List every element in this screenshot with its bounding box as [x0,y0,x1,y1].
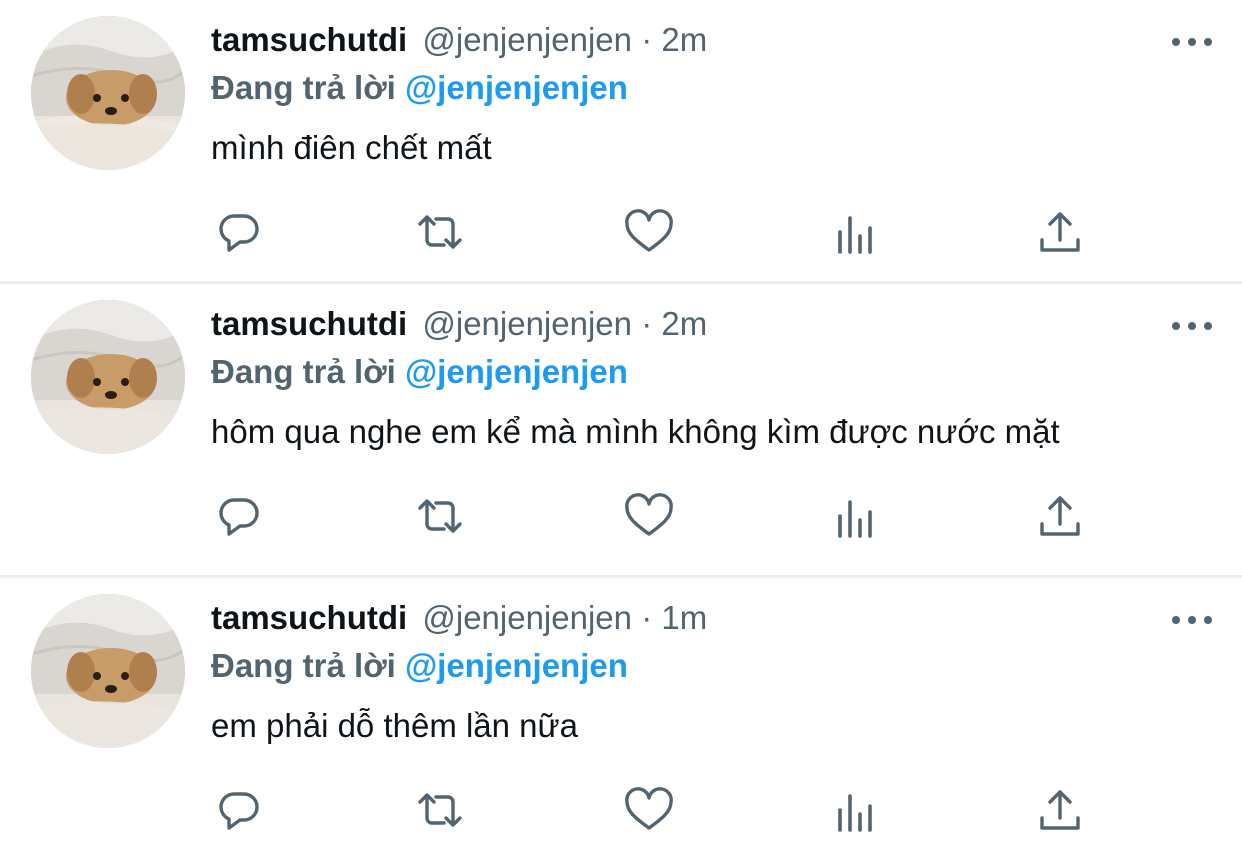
reply-to-handle[interactable]: @jenjenjenjen [405,647,628,684]
reply-prefix: Đang trả lời [211,647,396,684]
timestamp[interactable]: 2m [661,21,707,58]
reply-prefix: Đang trả lời [211,353,396,390]
like-icon[interactable] [621,782,677,838]
retweet-icon[interactable] [412,204,468,260]
timestamp[interactable]: 1m [661,599,707,636]
reply-icon[interactable] [211,488,267,544]
timestamp[interactable]: 2m [661,305,707,342]
retweet-icon[interactable] [412,782,468,838]
views-icon[interactable] [828,204,884,260]
author-name[interactable]: tamsuchutdi [211,305,407,342]
retweet-icon[interactable] [412,488,468,544]
author-handle[interactable]: @jenjenjenjen [422,305,632,342]
more-icon[interactable] [1172,610,1212,630]
tweet-header: tamsuchutdi @jenjenjenjen · 1m [211,594,1182,642]
views-icon[interactable] [828,782,884,838]
reply-icon[interactable] [211,782,267,838]
reply-to-handle[interactable]: @jenjenjenjen [405,69,628,106]
tweet-text: em phải dỗ thêm lần nữa [211,707,578,744]
separator: · [641,305,653,342]
replying-to: Đang trả lời @jenjenjenjen [211,348,628,396]
action-bar [211,782,1111,842]
more-icon[interactable] [1172,316,1212,336]
replying-to: Đang trả lời @jenjenjenjen [211,64,628,112]
share-icon[interactable] [1032,204,1088,260]
share-icon[interactable] [1032,488,1088,544]
like-icon[interactable] [621,204,677,260]
tweet[interactable]: tamsuchutdi @jenjenjenjen · 2m Đang trả … [0,281,1242,575]
author-name[interactable]: tamsuchutdi [211,21,407,58]
tweet-text: hôm qua nghe em kể mà mình không kìm đượ… [211,413,1060,450]
avatar[interactable] [31,594,185,748]
avatar[interactable] [31,300,185,454]
timeline: tamsuchutdi @jenjenjenjen · 2m Đang trả … [0,0,1242,865]
reply-prefix: Đang trả lời [211,69,396,106]
reply-icon[interactable] [211,204,267,260]
views-icon[interactable] [828,488,884,544]
action-bar [211,204,1111,264]
separator: · [641,599,653,636]
avatar[interactable] [31,16,185,170]
share-icon[interactable] [1032,782,1088,838]
separator: · [641,21,653,58]
replying-to: Đang trả lời @jenjenjenjen [211,642,628,690]
tweet-header: tamsuchutdi @jenjenjenjen · 2m [211,300,1182,348]
author-name[interactable]: tamsuchutdi [211,599,407,636]
tweet[interactable]: tamsuchutdi @jenjenjenjen · 1m Đang trả … [0,575,1242,865]
tweet-header: tamsuchutdi @jenjenjenjen · 2m [211,16,1182,64]
tweet[interactable]: tamsuchutdi @jenjenjenjen · 2m Đang trả … [0,0,1242,281]
author-handle[interactable]: @jenjenjenjen [422,599,632,636]
action-bar [211,488,1111,548]
tweet-text: mình điên chết mất [211,129,492,166]
like-icon[interactable] [621,488,677,544]
author-handle[interactable]: @jenjenjenjen [422,21,632,58]
reply-to-handle[interactable]: @jenjenjenjen [405,353,628,390]
more-icon[interactable] [1172,32,1212,52]
